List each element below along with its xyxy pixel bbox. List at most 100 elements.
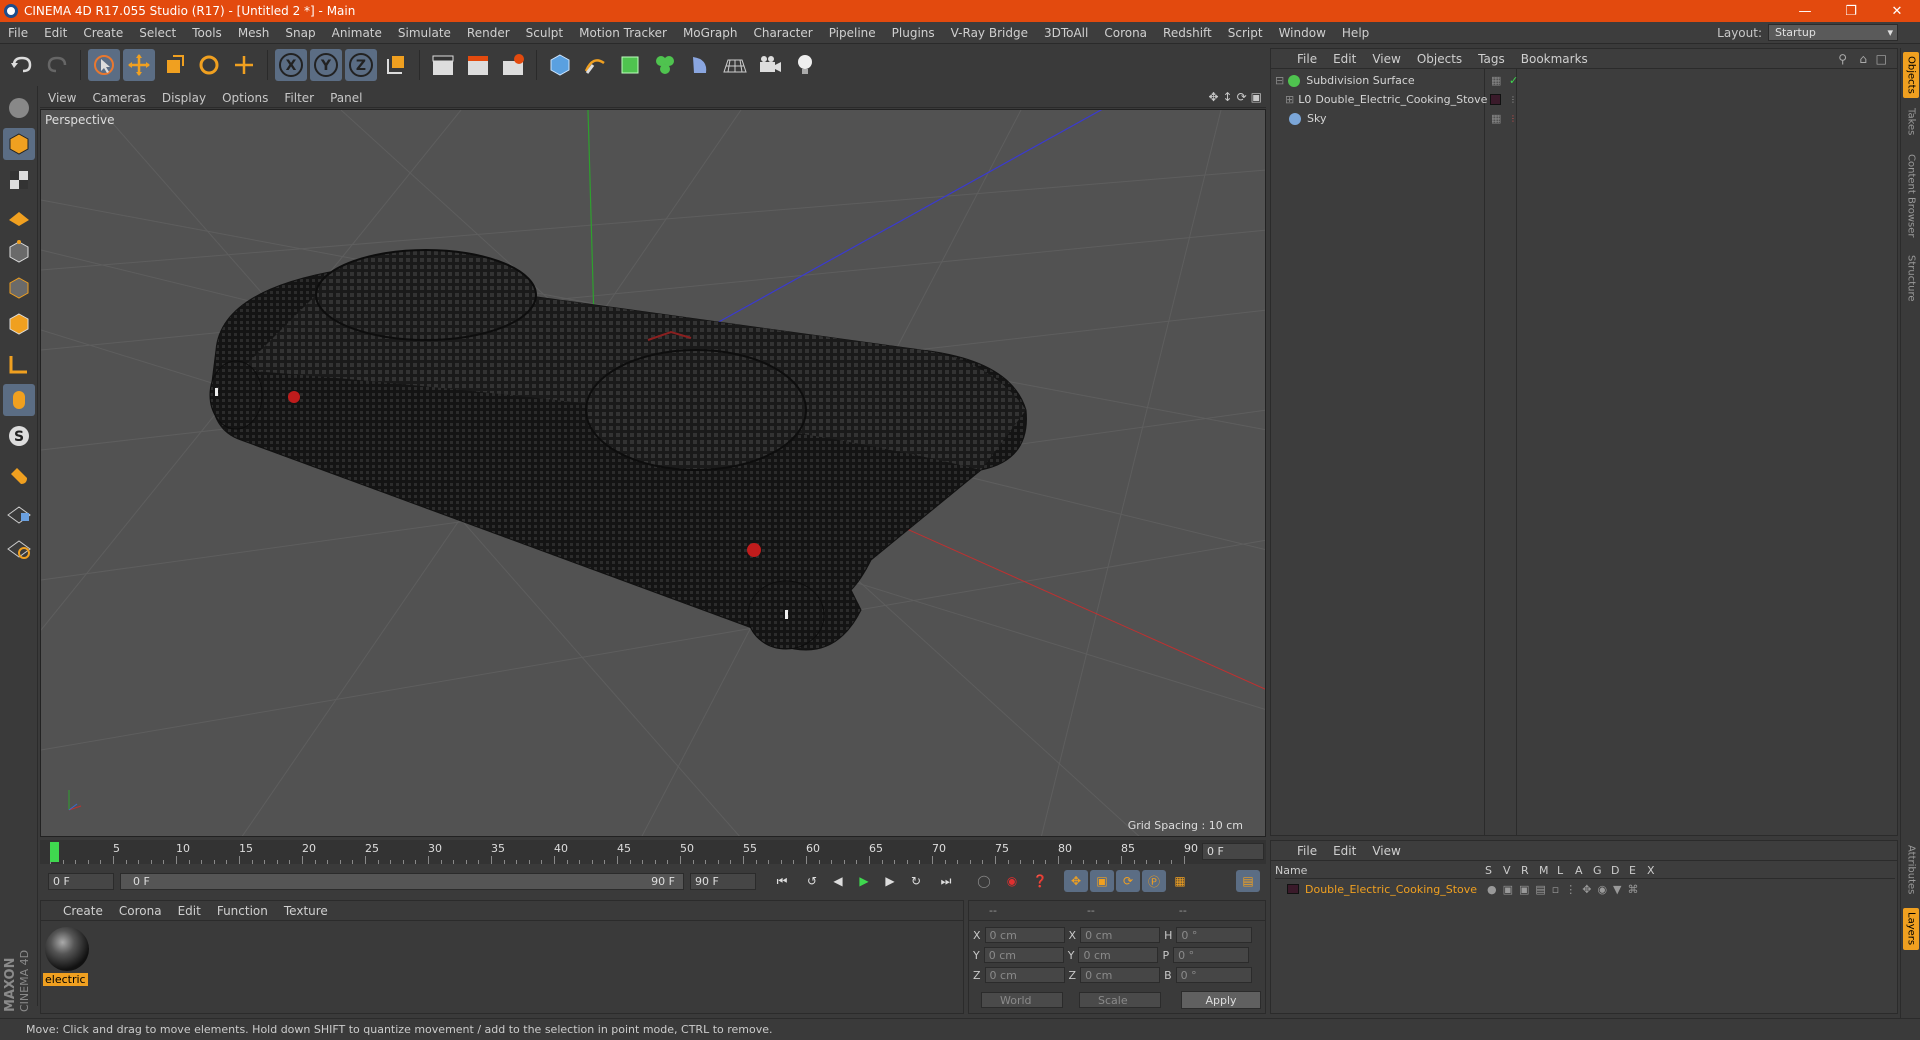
points-mode-button[interactable]	[3, 236, 35, 268]
record-keys-button[interactable]: ◯	[972, 870, 996, 892]
viewport-menu-filter[interactable]: Filter	[276, 91, 322, 105]
axis-mode-button[interactable]	[3, 348, 35, 380]
add-mograph-button[interactable]	[649, 49, 681, 81]
workplane-lock-button[interactable]	[3, 496, 35, 528]
material-menu-edit[interactable]: Edit	[170, 904, 209, 918]
viewport-menu-cameras[interactable]: Cameras	[84, 91, 153, 105]
menu-corona[interactable]: Corona	[1096, 26, 1155, 40]
viewport-menu-panel[interactable]: Panel	[322, 91, 370, 105]
visibility-dots-icon[interactable]: ⋮	[1509, 95, 1517, 104]
menu-snap[interactable]: Snap	[277, 26, 323, 40]
home-icon[interactable]: ⌂	[1859, 52, 1867, 66]
timeline-ruler[interactable]: 051015202530354045505560657075808590 0 F	[40, 840, 1266, 864]
frame-range-slider[interactable]: 0 F 90 F	[120, 873, 684, 890]
position-z-field[interactable]: 0 cm	[984, 967, 1065, 983]
position-y-field[interactable]: 0 cm	[983, 947, 1064, 963]
layer-flag-icons[interactable]: ●▣▣▤▫⋮✥◉▼⌘	[1487, 883, 1645, 896]
tab-objects[interactable]: Objects	[1903, 52, 1919, 98]
layer-slot-icon[interactable]: ▦	[1491, 112, 1501, 125]
menu-file[interactable]: File	[0, 26, 36, 40]
minimize-button[interactable]: —	[1782, 0, 1828, 22]
size-y-field[interactable]: 0 cm	[1078, 947, 1159, 963]
x-axis-button[interactable]: X	[275, 49, 307, 81]
menu-tools[interactable]: Tools	[184, 26, 230, 40]
maximize-view-icon[interactable]: ▣	[1251, 90, 1262, 104]
tab-structure[interactable]: Structure	[1903, 250, 1919, 306]
max-frame-field[interactable]: 90 F	[690, 873, 756, 890]
menu-mograph[interactable]: MoGraph	[675, 26, 746, 40]
z-axis-button[interactable]: Z	[345, 49, 377, 81]
orbit-icon[interactable]: ⟳	[1237, 90, 1247, 104]
viewport-menu-view[interactable]: View	[40, 91, 84, 105]
search-icon[interactable]: ⚲	[1838, 52, 1847, 66]
start-frame-field[interactable]: 0 F	[48, 873, 114, 890]
key-scale-button[interactable]: ▣	[1090, 870, 1114, 892]
tab-attributes[interactable]: Attributes	[1903, 838, 1919, 902]
rotate-tool-button[interactable]	[193, 49, 225, 81]
layers-menu-edit[interactable]: Edit	[1325, 844, 1364, 858]
layer-color-swatch[interactable]	[1287, 884, 1299, 894]
tab-takes[interactable]: Takes	[1903, 104, 1919, 140]
menu-render[interactable]: Render	[459, 26, 518, 40]
menu-sculpt[interactable]: Sculpt	[518, 26, 571, 40]
live-selection-button[interactable]	[88, 49, 120, 81]
key-pla-button[interactable]: ▦	[1168, 870, 1192, 892]
rotation-b-field[interactable]: 0 °	[1175, 967, 1252, 983]
move-tool-button[interactable]	[123, 49, 155, 81]
object-row-stove[interactable]: ⊞ L0 Double_Electric_Cooking_Stove ⋮	[1271, 90, 1897, 109]
objects-menu-bookmarks[interactable]: Bookmarks	[1513, 52, 1596, 66]
menu-animate[interactable]: Animate	[324, 26, 390, 40]
material-thumbnail[interactable]	[45, 927, 89, 971]
key-parameter-button[interactable]: Ⓟ	[1142, 870, 1166, 892]
menu-3dtoall[interactable]: 3DToAll	[1036, 26, 1096, 40]
restore-button[interactable]: ❐	[1828, 0, 1874, 22]
render-view-button[interactable]	[427, 49, 459, 81]
object-row-sky[interactable]: Sky ▦ ⋮	[1271, 109, 1897, 128]
recent-tool-button[interactable]	[228, 49, 260, 81]
pan-icon[interactable]: ✥	[1208, 90, 1218, 104]
material-name-label[interactable]: electric	[43, 973, 88, 986]
key-position-button[interactable]: ✥	[1064, 870, 1088, 892]
menu-script[interactable]: Script	[1220, 26, 1271, 40]
viewport-menu-display[interactable]: Display	[154, 91, 214, 105]
redo-button[interactable]	[41, 49, 73, 81]
current-frame-field[interactable]: 0 F	[1202, 843, 1264, 860]
objects-menu-view[interactable]: View	[1364, 52, 1408, 66]
play-button[interactable]: ▶	[852, 870, 876, 892]
add-floor-button[interactable]	[719, 49, 751, 81]
menu-help[interactable]: Help	[1334, 26, 1377, 40]
tab-content-browser[interactable]: Content Browser	[1903, 146, 1919, 246]
coordinate-system-button[interactable]	[380, 49, 412, 81]
material-menu-texture[interactable]: Texture	[276, 904, 336, 918]
menu-motion-tracker[interactable]: Motion Tracker	[571, 26, 675, 40]
menu-create[interactable]: Create	[75, 26, 131, 40]
layers-menu-file[interactable]: File	[1289, 844, 1325, 858]
material-menu-create[interactable]: Create	[55, 904, 111, 918]
layer-color-swatch[interactable]	[1490, 94, 1501, 105]
expand-icon[interactable]: ⊞	[1285, 93, 1294, 106]
expand-icon[interactable]: ⊟	[1275, 74, 1284, 87]
texture-mode-button[interactable]	[3, 164, 35, 196]
go-to-start-button[interactable]: ⏮	[770, 870, 794, 892]
zoom-icon[interactable]: ↕	[1223, 90, 1233, 104]
objects-menu-tags[interactable]: Tags	[1470, 52, 1513, 66]
workplane-mode-button[interactable]	[3, 200, 35, 232]
menu-window[interactable]: Window	[1271, 26, 1334, 40]
menu-vray-bridge[interactable]: V-Ray Bridge	[943, 26, 1036, 40]
menu-redshift[interactable]: Redshift	[1155, 26, 1220, 40]
add-spline-button[interactable]	[579, 49, 611, 81]
viewport-menu-options[interactable]: Options	[214, 91, 276, 105]
layers-menu-view[interactable]: View	[1364, 844, 1408, 858]
render-picture-viewer-button[interactable]	[462, 49, 494, 81]
workplane-rotate-button[interactable]	[3, 532, 35, 564]
go-to-end-button[interactable]: ⏭	[934, 870, 958, 892]
timeline-window-button[interactable]: ▤	[1236, 870, 1260, 892]
layer-row[interactable]: Double_Electric_Cooking_Stove ●▣▣▤▫⋮✥◉▼⌘	[1275, 881, 1895, 897]
menu-mesh[interactable]: Mesh	[230, 26, 278, 40]
next-key-button[interactable]: ↻	[904, 870, 928, 892]
enabled-check-icon[interactable]: ✓	[1509, 74, 1518, 87]
perspective-viewport[interactable]: Perspective Grid Spacing : 10 cm	[40, 109, 1266, 837]
material-menu-corona[interactable]: Corona	[111, 904, 170, 918]
playhead-marker[interactable]	[50, 842, 59, 862]
add-cube-button[interactable]	[544, 49, 576, 81]
